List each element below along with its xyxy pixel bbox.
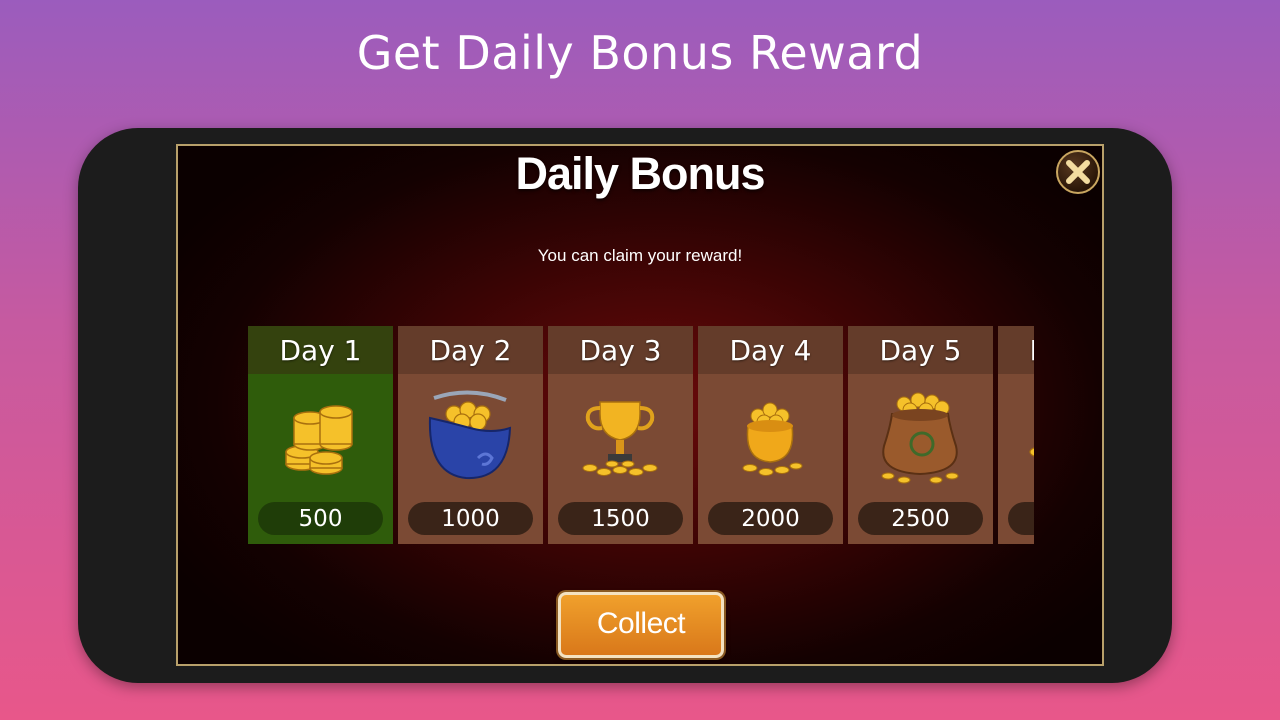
day-card-2[interactable]: Day 2 1000 bbox=[398, 326, 543, 544]
reward-amount bbox=[1008, 502, 1034, 535]
game-screen: Daily Bonus You can claim your reward! D… bbox=[176, 144, 1104, 666]
collect-button[interactable]: Collect bbox=[558, 592, 724, 658]
day-card-3[interactable]: Day 3 1500 bbox=[548, 326, 693, 544]
day-card-4[interactable]: Day 4 2000 bbox=[698, 326, 843, 544]
coin-icon bbox=[1029, 447, 1034, 457]
day-label: Day 5 bbox=[848, 326, 993, 374]
day-card-6[interactable]: Day 6 bbox=[998, 326, 1034, 544]
coin-stack-icon bbox=[285, 405, 353, 475]
day-card-1[interactable]: Day 1 500 bbox=[248, 326, 393, 544]
reward-amount: 2000 bbox=[708, 502, 833, 535]
close-icon bbox=[1066, 160, 1090, 184]
reward-amount: 1000 bbox=[408, 502, 533, 535]
reward-amount: 2500 bbox=[858, 502, 983, 535]
coin-purse-icon bbox=[428, 390, 512, 480]
day-label: Day 2 bbox=[398, 326, 543, 374]
promo-title: Get Daily Bonus Reward bbox=[356, 26, 924, 80]
day-card-5[interactable]: Day 5 2500 bbox=[848, 326, 993, 544]
money-sack-icon bbox=[881, 392, 959, 484]
close-button[interactable] bbox=[1056, 150, 1100, 194]
pot-of-gold-icon bbox=[742, 402, 803, 476]
day-label: Day 1 bbox=[248, 326, 393, 374]
reward-amount: 1500 bbox=[558, 502, 683, 535]
day-cards-scroller[interactable]: Day 1 500 Day 2 1000 Day 3 1500 Day 4 20… bbox=[248, 326, 1034, 546]
day-label: Day 3 bbox=[548, 326, 693, 374]
day-label: Day 6 bbox=[998, 326, 1034, 374]
dialog-title: Daily Bonus bbox=[515, 148, 765, 199]
day-cards-row: Day 1 500 Day 2 1000 Day 3 1500 Day 4 20… bbox=[248, 326, 1034, 544]
trophy-coins-icon bbox=[582, 401, 658, 476]
day-label: Day 4 bbox=[698, 326, 843, 374]
reward-message: You can claim your reward! bbox=[537, 246, 743, 265]
reward-amount: 500 bbox=[258, 502, 383, 535]
